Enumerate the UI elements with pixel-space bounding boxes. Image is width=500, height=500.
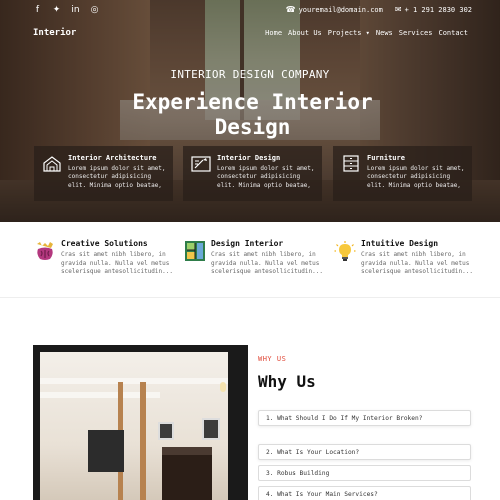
creative-brain-icon bbox=[37, 242, 53, 260]
nav-item-news[interactable]: News bbox=[376, 29, 393, 37]
service-design-interior[interactable]: Design Interior Cras sit amet nibh liber… bbox=[184, 236, 324, 276]
why-us-interior-photo bbox=[40, 352, 228, 500]
faq-question: 3. Robus Building bbox=[266, 470, 330, 477]
navbar: Interior Home About Us Projects ▾ News S… bbox=[0, 22, 500, 44]
nav-item-services[interactable]: Services bbox=[399, 29, 433, 37]
architecture-icon bbox=[43, 156, 61, 172]
top-bar: f ✦ in ◎ ☎ youremail@domain.com ✉ + 1 291 … bbox=[0, 0, 500, 20]
faq-question: 2. What Is Your Location? bbox=[266, 449, 360, 456]
blueprint-icon bbox=[191, 156, 211, 172]
faq-item-1[interactable]: 1. What Should I Do If My Interior Broke… bbox=[258, 410, 471, 426]
facebook-icon[interactable]: f bbox=[33, 5, 42, 15]
floor-plan-icon bbox=[185, 241, 205, 261]
service-intuitive-design[interactable]: Intuitive Design Cras sit amet nibh libe… bbox=[334, 236, 474, 276]
mail-icon: ✉ bbox=[394, 5, 402, 14]
photo-wall-art bbox=[202, 418, 220, 440]
feature-description: Lorem ipsum dolor sit amet, consectetur … bbox=[217, 165, 315, 189]
why-us-label: WHY US bbox=[258, 355, 287, 363]
social-links: f ✦ in ◎ bbox=[33, 5, 99, 15]
feature-title: Interior Design bbox=[217, 154, 281, 162]
phone-text: + 1 291 2830 302 bbox=[404, 6, 472, 14]
nav-menu: Home About Us Projects ▾ News Services C… bbox=[265, 29, 468, 37]
section-divider bbox=[0, 297, 500, 298]
phone-contact[interactable]: ✉ + 1 291 2830 302 bbox=[395, 5, 472, 15]
linkedin-icon[interactable]: in bbox=[71, 5, 80, 15]
nav-item-home[interactable]: Home bbox=[265, 29, 282, 37]
hero-section: f ✦ in ◎ ☎ youremail@domain.com ✉ + 1 291 … bbox=[0, 0, 500, 222]
service-title: Design Interior bbox=[211, 239, 284, 248]
feature-description: Lorem ipsum dolor sit amet, consectetur … bbox=[367, 165, 465, 189]
service-title: Creative Solutions bbox=[61, 239, 148, 248]
faq-question: 4. What Is Your Main Services? bbox=[266, 491, 378, 498]
feature-card-interior-design[interactable]: Interior Design Lorem ipsum dolor sit am… bbox=[183, 146, 322, 201]
feature-card-interior-architecture[interactable]: Interior Architecture Lorem ipsum dolor … bbox=[34, 146, 173, 201]
faq-question: 1. What Should I Do If My Interior Broke… bbox=[266, 415, 423, 422]
photo-wall-art bbox=[158, 422, 174, 440]
service-title: Intuitive Design bbox=[361, 239, 439, 248]
nav-item-projects[interactable]: Projects ▾ bbox=[328, 29, 370, 37]
photo-wood-post bbox=[140, 382, 146, 500]
photo-fireplace bbox=[162, 447, 212, 500]
services-row: Creative Solutions Cras sit amet nibh li… bbox=[0, 236, 500, 276]
photo-pendant-light bbox=[220, 382, 226, 392]
nav-item-contact[interactable]: Contact bbox=[438, 29, 468, 37]
hero-title: Experience Interior Design bbox=[132, 90, 373, 139]
hero-subtitle: INTERIOR DESIGN COMPANY bbox=[170, 68, 330, 81]
cabinet-icon bbox=[343, 155, 359, 172]
feature-title: Furniture bbox=[367, 154, 405, 162]
feature-card-furniture[interactable]: Furniture Lorem ipsum dolor sit amet, co… bbox=[333, 146, 472, 201]
faq-item-2[interactable]: 2. What Is Your Location? bbox=[258, 444, 471, 460]
email-contact[interactable]: ☎ youremail@domain.com bbox=[286, 5, 383, 15]
nav-item-about-us[interactable]: About Us bbox=[288, 29, 322, 37]
photo-ceiling-beam bbox=[40, 378, 228, 384]
service-description: Cras sit amet nibh libero, in gravida nu… bbox=[211, 251, 323, 275]
service-creative-solutions[interactable]: Creative Solutions Cras sit amet nibh li… bbox=[34, 236, 174, 276]
photo-tv bbox=[88, 430, 124, 472]
twitter-icon[interactable]: ✦ bbox=[52, 5, 61, 15]
phone-icon: ☎ bbox=[285, 5, 296, 14]
feature-title: Interior Architecture bbox=[68, 154, 157, 162]
faq-item-3[interactable]: 3. Robus Building bbox=[258, 465, 471, 481]
instagram-icon[interactable]: ◎ bbox=[90, 5, 99, 15]
brand-logo[interactable]: Interior bbox=[33, 28, 76, 38]
service-description: Cras sit amet nibh libero, in gravida nu… bbox=[61, 251, 173, 275]
contact-info: ☎ youremail@domain.com ✉ + 1 291 2830 302 bbox=[286, 5, 472, 15]
email-text: youremail@domain.com bbox=[298, 6, 383, 14]
service-description: Cras sit amet nibh libero, in gravida nu… bbox=[361, 251, 473, 275]
faq-item-4[interactable]: 4. What Is Your Main Services? bbox=[258, 486, 471, 500]
lightbulb-icon bbox=[334, 241, 356, 261]
why-us-title: Why Us bbox=[258, 372, 316, 391]
feature-description: Lorem ipsum dolor sit amet, consectetur … bbox=[68, 165, 166, 189]
